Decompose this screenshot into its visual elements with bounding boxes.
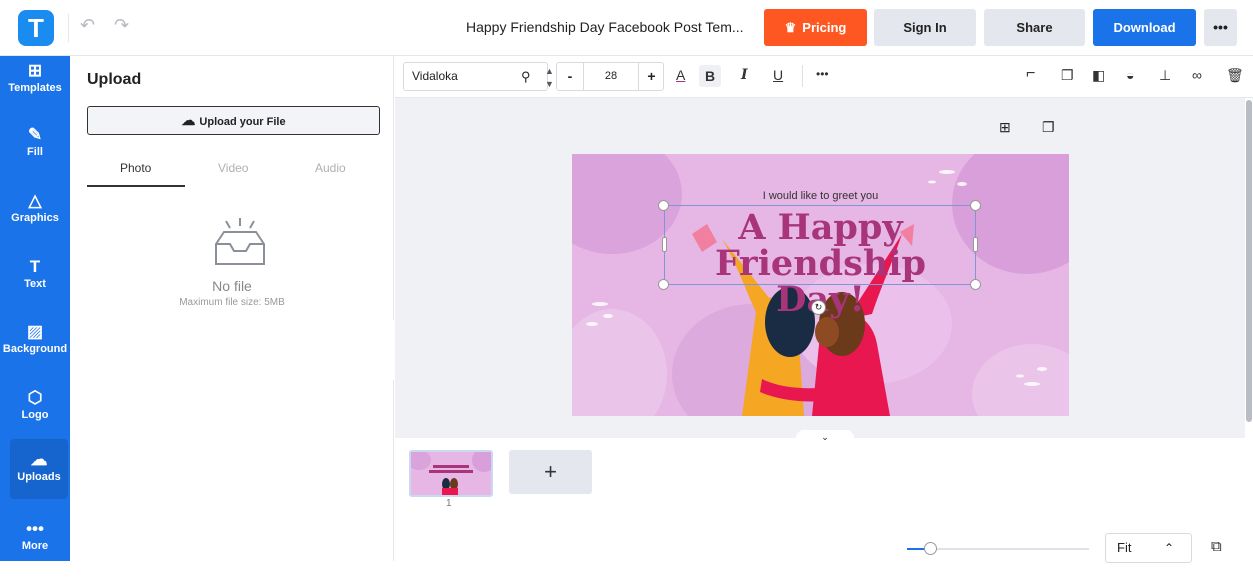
pricing-button[interactable]: ♛ Pricing xyxy=(764,9,867,46)
trash-icon[interactable]: 🗑 xyxy=(1226,67,1244,84)
search-icon: ⚲ xyxy=(521,69,531,84)
sidebar-item-more[interactable]: ••• More xyxy=(0,518,70,578)
upload-panel: Upload ☁ Upload your File Photo Video Aud… xyxy=(70,56,394,561)
page-number: 1 xyxy=(446,498,452,509)
more-text-options-button[interactable]: ••• xyxy=(816,67,829,81)
sidebar-item-label: Fill xyxy=(27,146,43,158)
pricing-label: Pricing xyxy=(802,20,847,35)
download-button[interactable]: Download xyxy=(1093,9,1196,46)
sidebar-item-text[interactable]: T Text xyxy=(0,256,70,316)
text-toolbar: Vidaloka ⚲ ▲ ▼ - 28 + A B I U ••• ⌐ ❐ ◧ ◒… xyxy=(395,56,1253,98)
rotate-icon[interactable]: ↻ xyxy=(811,300,826,315)
sidebar-item-label: Logo xyxy=(21,409,49,421)
link-icon[interactable]: ∞ xyxy=(1192,67,1202,83)
design-canvas[interactable]: I would like to greet you A Happy Friend… xyxy=(572,154,1069,416)
chevron-down-icon[interactable]: ⌄ xyxy=(796,430,854,446)
format-painter-icon[interactable]: ⌐ xyxy=(1026,65,1035,83)
divider xyxy=(802,65,803,87)
more-icon: ••• xyxy=(26,519,44,538)
add-page-button[interactable]: + xyxy=(509,450,592,494)
undo-icon[interactable]: ↶ xyxy=(80,15,95,36)
duplicate-icon[interactable]: ❐ xyxy=(1061,67,1074,84)
opacity-icon[interactable]: ◒ xyxy=(1126,67,1134,83)
sidebar-item-uploads[interactable]: ☁ Uploads xyxy=(10,439,68,499)
thumbnail-preview xyxy=(411,452,491,495)
stepper-arrows-icon: ▲ ▼ xyxy=(545,66,554,89)
sidebar-item-graphics[interactable]: △ Graphics xyxy=(0,190,70,250)
logo-icon: ⬡ xyxy=(27,388,43,407)
resize-handle[interactable] xyxy=(973,237,978,252)
increase-size-button[interactable]: + xyxy=(638,63,664,90)
redo-icon[interactable]: ↷ xyxy=(114,15,129,36)
sign-in-button[interactable]: Sign In xyxy=(874,9,976,46)
upload-button-label: Upload your File xyxy=(199,116,286,128)
sidebar-item-label: Text xyxy=(24,278,46,290)
background-icon: ▨ xyxy=(26,322,44,341)
divider xyxy=(68,14,69,42)
page-count-icon[interactable]: ⧉ xyxy=(1211,538,1222,555)
selection-box[interactable] xyxy=(664,205,976,285)
font-family-select[interactable]: Vidaloka ⚲ ▲ ▼ xyxy=(403,62,554,91)
share-button[interactable]: Share xyxy=(984,9,1085,46)
sidebar-item-templates[interactable]: ⊞ Templates xyxy=(0,60,70,120)
sidebar-item-fill[interactable]: ✎ Fill xyxy=(0,124,70,184)
add-page-icon[interactable]: ⊞ xyxy=(999,119,1011,136)
zoom-fit-label: Fit xyxy=(1117,540,1132,555)
greeting-text[interactable]: I would like to greet you xyxy=(572,190,1069,202)
top-bar: T ↶ ↷ Happy Friendship Day Facebook Post… xyxy=(0,0,1253,56)
underline-button[interactable]: U xyxy=(773,67,783,83)
resize-handle[interactable] xyxy=(662,237,667,252)
sidebar-item-background[interactable]: ▨ Background xyxy=(0,321,70,381)
cloud-upload-icon: ☁ xyxy=(30,450,48,469)
sidebar-item-label: Templates xyxy=(8,82,62,94)
italic-button[interactable]: I xyxy=(741,67,748,83)
resize-handle[interactable] xyxy=(658,279,669,290)
page-thumbnail[interactable] xyxy=(409,450,493,497)
sidebar-item-label: Background xyxy=(2,343,68,355)
shapes-icon: △ xyxy=(28,191,42,210)
brush-icon: ✎ xyxy=(27,125,43,144)
font-name: Vidaloka xyxy=(412,69,458,83)
document-title[interactable]: Happy Friendship Day Facebook Post Tem..… xyxy=(466,19,744,35)
upload-file-button[interactable]: ☁ Upload your File xyxy=(87,106,380,135)
more-options-button[interactable]: ••• xyxy=(1204,9,1237,46)
sidebar-item-label: Graphics xyxy=(11,212,59,224)
templates-icon: ⊞ xyxy=(27,61,43,80)
sidebar-item-label: More xyxy=(21,540,49,552)
panel-title: Upload xyxy=(87,71,142,88)
font-size-value[interactable]: 28 xyxy=(584,63,638,90)
active-tab-indicator xyxy=(87,185,185,187)
decrease-size-button[interactable]: - xyxy=(557,63,584,90)
tab-photo[interactable]: Photo xyxy=(120,161,151,175)
scrollbar-thumb[interactable] xyxy=(1246,100,1252,422)
tab-audio[interactable]: Audio xyxy=(315,161,346,175)
sidebar: ⊞ Templates ✎ Fill △ Graphics T Text ▨ B… xyxy=(0,56,70,561)
empty-inbox-icon xyxy=(215,218,265,265)
app-logo[interactable]: T xyxy=(18,10,54,46)
text-color-button[interactable]: A xyxy=(676,67,685,83)
no-file-text: No file xyxy=(212,278,252,294)
font-size-stepper: - 28 + xyxy=(556,62,664,91)
zoom-slider-handle[interactable] xyxy=(924,542,937,555)
resize-handle[interactable] xyxy=(970,279,981,290)
layer-icon[interactable]: ◧ xyxy=(1092,67,1105,84)
sidebar-item-logo[interactable]: ⬡ Logo xyxy=(0,387,70,447)
chevron-up-icon: ⌃ xyxy=(1164,541,1175,555)
zoom-fit-select[interactable]: Fit ⌃ xyxy=(1105,533,1192,563)
sidebar-item-label: Uploads xyxy=(17,471,61,483)
crown-icon: ♛ xyxy=(784,20,797,35)
resize-handle[interactable] xyxy=(970,200,981,211)
cloud-upload-icon: ☁ xyxy=(181,112,196,128)
max-file-size: Maximum file size: 5MB xyxy=(179,297,285,308)
tab-video[interactable]: Video xyxy=(218,161,248,175)
duplicate-page-icon[interactable]: ❐ xyxy=(1042,119,1055,136)
text-icon: T xyxy=(29,257,41,276)
bold-button[interactable]: B xyxy=(699,65,722,87)
align-icon[interactable]: ⊥ xyxy=(1159,67,1171,84)
resize-handle[interactable] xyxy=(658,200,669,211)
